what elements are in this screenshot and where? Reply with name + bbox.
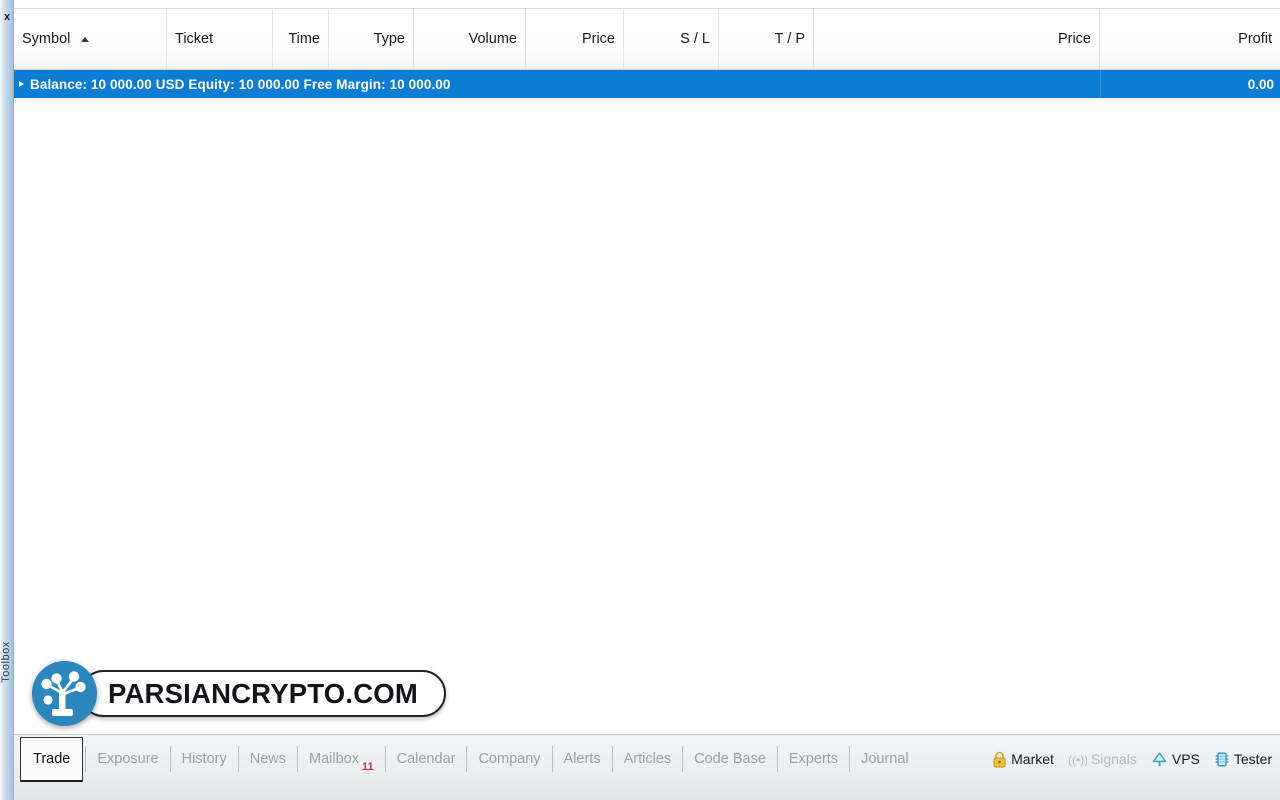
tab-label: Code Base [694,751,766,767]
tab-news[interactable]: News [239,739,297,779]
table-header: Symbol Ticket Time Type Volume Price S / L T / … [14,8,1280,70]
account-summary-row[interactable]: Balance: 10 000.00 USD Equity: 10 000.00… [14,70,1280,98]
tab-label: News [249,751,286,767]
row-divider [1100,71,1101,97]
column-header-label: Time [288,31,320,47]
tab-trade[interactable]: Trade [20,737,84,782]
status-vps[interactable]: VPS [1151,751,1200,768]
tab-label: Alerts [563,751,601,767]
tab-history[interactable]: History [171,739,238,779]
status-signals[interactable]: ((•)) Signals [1068,751,1137,767]
tab-label: Journal [861,751,909,767]
column-header-label: Type [373,31,405,47]
column-header-label: Profit [1238,31,1272,47]
column-header-label: Symbol [22,31,71,47]
tab-mailbox[interactable]: Mailbox 11 [298,739,385,779]
status-label: Signals [1090,751,1137,767]
watermark-overlay: PARSIANCRYPTO.COM [32,661,446,727]
dock-strip: x Toolbox [0,0,14,800]
tab-calendar[interactable]: Calendar [386,739,467,779]
watermark-pill: PARSIANCRYPTO.COM [80,670,446,717]
toolbox-window: x Toolbox Symbol Ticket Time Type Volume Pric… [0,0,1280,800]
column-header-label: S / L [680,31,710,47]
trade-rows-area[interactable] [14,98,1280,734]
tab-articles[interactable]: Articles [613,739,683,779]
status-label: Tester [1233,751,1272,767]
column-header-profit[interactable]: Profit [1100,9,1280,69]
column-header-time[interactable]: Time [273,9,329,69]
parsiancrypto-logo-icon [32,661,97,726]
status-label: Market [1011,751,1054,767]
tab-label: Company [478,751,541,767]
tab-label: Mailbox [309,751,359,767]
column-header-volume[interactable]: Volume [414,9,526,69]
status-label: VPS [1171,751,1200,767]
watermark-text: PARSIANCRYPTO.COM [108,677,418,709]
lock-icon [992,751,1007,768]
tab-label: History [181,751,227,767]
close-icon[interactable]: x [1,10,13,24]
tab-exposure[interactable]: Exposure [86,739,169,779]
svg-text:((•)): ((•)) [1068,753,1087,767]
column-header-type[interactable]: Type [329,9,414,69]
trade-panel: Symbol Ticket Time Type Volume Price S / L T / … [14,0,1280,800]
chip-icon [1214,751,1230,768]
column-header-s-l[interactable]: S / L [624,9,719,69]
tab-company[interactable]: Company [467,739,551,779]
tab-label: Trade [33,751,71,767]
column-header-label: Ticket [175,31,214,47]
status-tester[interactable]: Tester [1214,751,1272,768]
antenna-icon: ((•)) [1068,752,1087,767]
sort-ascending-icon[interactable] [81,36,90,42]
tab-label: Calendar [396,751,456,767]
tab-experts[interactable]: Experts [778,739,849,779]
tab-label: Experts [788,751,839,767]
status-items: Market ((•)) Signals VPS Tester [992,744,1272,774]
column-header-symbol[interactable]: Symbol [14,9,167,69]
column-header-label: T / P [774,31,805,47]
column-header-t-p[interactable]: T / P [719,9,814,69]
column-header-label: Price [1057,31,1091,47]
tab-journal[interactable]: Journal [850,739,920,779]
toolbox-tabbar: Trade Exposure History News Mailbox 11 Calenda… [14,734,1280,800]
tab-code-base[interactable]: Code Base [683,739,777,779]
tab-list: Trade Exposure History News Mailbox 11 Calenda… [18,737,920,782]
dock-panel-label[interactable]: Toolbox [0,634,14,690]
tab-unread-badge: 11 [361,761,374,773]
status-market[interactable]: Market [992,751,1054,768]
tab-label: Articles [623,751,672,767]
tab-alerts[interactable]: Alerts [553,739,612,779]
expand-arrow-icon[interactable] [19,81,24,87]
account-summary-text: Balance: 10 000.00 USD Equity: 10 000.00… [30,76,451,92]
column-header-price[interactable]: Price [814,9,1100,69]
column-header-label: Price [581,31,615,47]
column-header-price[interactable]: Price [526,9,624,69]
account-summary-profit: 0.00 [1247,76,1274,92]
tab-label: Exposure [97,751,159,767]
cloud-icon [1151,751,1168,768]
column-header-label: Volume [468,31,517,47]
column-header-ticket[interactable]: Ticket [167,9,273,69]
